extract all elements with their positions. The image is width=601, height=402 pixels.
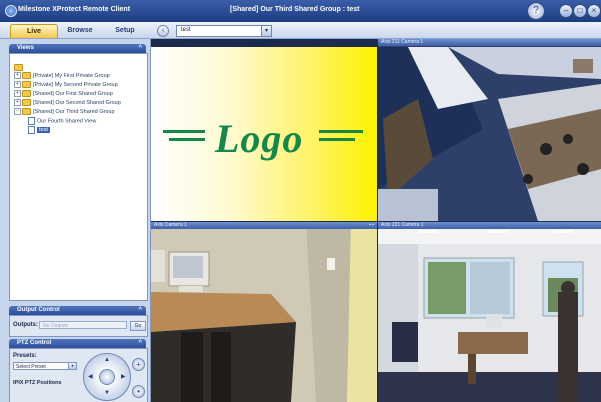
back-arrow-icon[interactable]: ‹ <box>157 25 169 37</box>
camera-feed-image <box>151 222 377 402</box>
camera-title: Axis Camera 1 <box>154 222 187 228</box>
tab-browse[interactable]: Browse <box>57 24 103 37</box>
preset-select-value: Select Preset <box>16 364 46 370</box>
ptz-direction-pad[interactable]: ▲ ▼ ◀ ▶ <box>83 353 131 401</box>
close-button[interactable]: × <box>587 4 601 18</box>
tree-item-view-selected[interactable]: test <box>28 126 50 134</box>
arrow-up-icon[interactable]: ▲ <box>104 357 110 363</box>
arrow-down-icon[interactable]: ▼ <box>104 390 110 396</box>
ptz-panel: Presets: Select Preset ▾ IPIX PTZ Positi… <box>9 348 148 402</box>
collapse-icon[interactable]: ^ <box>138 44 142 53</box>
tree-item-label: [Shared] Our Second Shared Group <box>33 99 121 106</box>
tree-item-group[interactable]: + [Shared] Our First Shared Group <box>14 90 113 97</box>
tree-item-group[interactable]: + [Private] My Second Private Group <box>14 81 118 88</box>
view-icon <box>28 117 35 125</box>
expand-icon[interactable]: + <box>14 90 21 97</box>
preset-select[interactable]: Select Preset ▾ <box>13 362 77 370</box>
logo-text: Logo <box>215 116 304 161</box>
tab-setup[interactable]: Setup <box>102 24 148 37</box>
logo-view: Logo <box>151 47 377 221</box>
collapse-icon[interactable]: ^ <box>138 339 142 348</box>
camera-tile[interactable]: Axis 211 Camera 1 <box>378 39 601 221</box>
camera-header: Axis 211 Camera 1 <box>378 39 601 46</box>
views-panel-title: Views <box>17 45 34 51</box>
expand-icon[interactable]: + <box>14 99 21 106</box>
tree-item-label: Our Fourth Shared View <box>37 118 97 125</box>
expand-icon[interactable]: + <box>14 81 21 88</box>
tree-item-label: [Private] My Second Private Group <box>33 81 118 88</box>
chevron-down-icon[interactable]: ▾ <box>261 26 271 36</box>
ipix-positions-label: IPIX PTZ Positions <box>13 380 62 386</box>
camera-tools-icon[interactable]: ▪ ▪ <box>369 222 374 229</box>
tree-item-label: [Shared] Our Third Shared Group <box>33 108 115 115</box>
outputs-select[interactable]: No Outputs <box>39 321 127 329</box>
views-tree: + [Private] My First Private Group + [Priv… <box>9 53 148 301</box>
tree-item-view[interactable]: Our Fourth Shared View <box>28 117 97 125</box>
camera-grid: Logo Axis 211 Camera 1 Axis Camera 1 ▪ ▪… <box>151 39 601 402</box>
app-window: Milestone XProtect Remote Client [Shared… <box>0 0 601 402</box>
title-bar: Milestone XProtect Remote Client [Shared… <box>0 0 601 22</box>
zoom-out-button[interactable]: • <box>132 385 145 398</box>
tab-strip: Live Browse Setup ‹ test ▾ <box>0 22 601 39</box>
outputs-label: Outputs: <box>13 322 38 328</box>
camera-feed-image <box>378 39 601 221</box>
folder-icon <box>22 108 31 115</box>
output-panel-title: Output Control <box>17 307 60 313</box>
folder-icon <box>22 99 31 106</box>
presets-label: Presets: <box>13 353 37 359</box>
tree-item-group[interactable]: + [Shared] Our Second Shared Group <box>14 99 121 106</box>
tree-item-label: [Shared] Our First Shared Group <box>33 90 113 97</box>
arrow-left-icon[interactable]: ◀ <box>88 373 93 380</box>
ptz-panel-title: PTZ Control <box>17 340 52 346</box>
camera-tile[interactable]: Axis 221 Camera 1 <box>378 222 601 402</box>
camera-title: Axis 211 Camera 1 <box>381 39 424 45</box>
camera-title: Axis 221 Camera 1 <box>381 222 424 228</box>
minimize-button[interactable]: – <box>559 4 573 18</box>
zoom-in-button[interactable]: + <box>132 358 145 371</box>
view-select-value: test <box>181 27 191 33</box>
folder-icon <box>22 72 31 79</box>
view-select[interactable]: test ▾ <box>176 25 272 37</box>
maximize-button[interactable]: □ <box>573 4 587 18</box>
tab-live[interactable]: Live <box>10 24 58 38</box>
collapse-icon[interactable]: − <box>14 108 21 115</box>
folder-icon <box>22 81 31 88</box>
output-panel: Outputs: No Outputs Go <box>9 315 148 337</box>
ptz-home-button[interactable] <box>99 369 115 385</box>
tree-item-group[interactable]: − [Shared] Our Third Shared Group <box>14 108 115 115</box>
tree-root[interactable] <box>14 64 25 71</box>
camera-feed-image <box>378 222 601 402</box>
tree-item-label: [Private] My First Private Group <box>33 72 110 79</box>
collapse-icon[interactable]: ^ <box>138 306 142 315</box>
view-icon <box>28 126 35 134</box>
ptz-panel-header[interactable]: PTZ Control ^ <box>9 339 146 348</box>
camera-tile[interactable]: Axis Camera 1 ▪ ▪ <box>151 222 377 402</box>
arrow-right-icon[interactable]: ▶ <box>121 373 126 380</box>
view-title: [Shared] Our Third Shared Group : test <box>230 6 360 13</box>
app-icon <box>5 5 17 17</box>
camera-header: Axis Camera 1 ▪ ▪ <box>151 222 377 229</box>
folder-icon <box>14 64 23 71</box>
tree-item-group[interactable]: + [Private] My First Private Group <box>14 72 110 79</box>
camera-header: Axis 221 Camera 1 <box>378 222 601 229</box>
outputs-go-button[interactable]: Go <box>130 321 146 331</box>
app-title: Milestone XProtect Remote Client <box>18 6 131 13</box>
output-panel-header[interactable]: Output Control ^ <box>9 306 146 315</box>
tree-item-label: test <box>37 127 50 134</box>
chevron-down-icon[interactable]: ▾ <box>68 363 76 369</box>
folder-icon <box>22 90 31 97</box>
help-button[interactable]: ? <box>527 2 545 20</box>
expand-icon[interactable]: + <box>14 72 21 79</box>
views-panel-header[interactable]: Views ^ <box>9 44 146 53</box>
